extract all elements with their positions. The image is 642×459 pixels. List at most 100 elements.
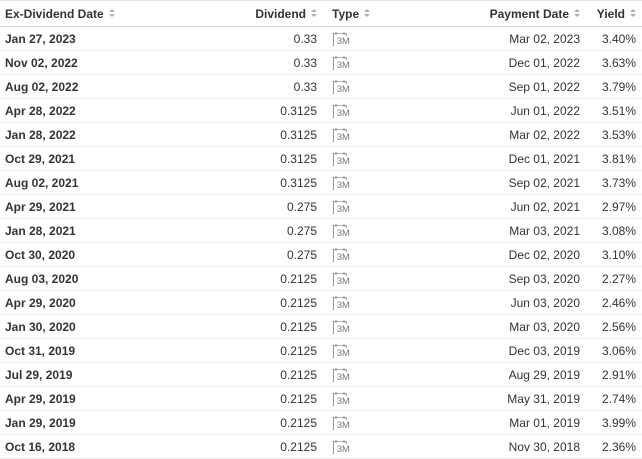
frequency-label: 3M: [337, 131, 350, 142]
dividend-cell: 0.3125: [211, 146, 328, 171]
sort-icon[interactable]: [630, 9, 636, 18]
table-row: Nov 02, 2022 0.33 3M Dec 01, 2022 3.63%: [0, 50, 642, 75]
frequency-label: 3M: [337, 371, 350, 382]
ex-dividend-date-cell: Apr 29, 2021: [0, 194, 211, 219]
type-cell: 3M: [328, 74, 408, 99]
ex-dividend-date-cell: Oct 16, 2018: [0, 434, 211, 459]
ex-dividend-date-cell: Apr 28, 2022: [0, 98, 211, 123]
type-cell: 3M: [328, 386, 408, 411]
table-row: Jul 29, 2019 0.2125 3M Aug 29, 2019 2.91%: [0, 362, 642, 387]
frequency-label: 3M: [337, 419, 350, 430]
calendar-icon: 3M: [332, 391, 354, 407]
type-cell: 3M: [328, 218, 408, 243]
payment-date-cell: Mar 02, 2023: [408, 26, 591, 51]
table-row: Oct 30, 2020 0.275 3M Dec 02, 2020 3.10%: [0, 242, 642, 267]
payment-date-cell: Dec 01, 2022: [408, 50, 591, 75]
yield-cell: 3.06%: [591, 338, 642, 363]
calendar-icon: 3M: [332, 295, 354, 311]
calendar-icon: 3M: [332, 127, 354, 143]
yield-cell: 2.56%: [591, 314, 642, 339]
yield-cell: 2.27%: [591, 266, 642, 291]
frequency-label: 3M: [337, 83, 350, 94]
column-header-label: Dividend: [255, 6, 306, 21]
dividend-cell: 0.275: [211, 194, 328, 219]
type-cell: 3M: [328, 122, 408, 147]
column-header-yield[interactable]: Yield: [591, 0, 642, 27]
ex-dividend-date-cell: Jul 29, 2019: [0, 362, 211, 387]
type-cell: 3M: [328, 410, 408, 435]
calendar-icon: 3M: [332, 247, 354, 263]
table-row: Apr 29, 2021 0.275 3M Jun 02, 2021 2.97%: [0, 194, 642, 219]
sort-icon[interactable]: [108, 9, 115, 18]
table-row: Apr 28, 2022 0.3125 3M Jun 01, 2022 3.51%: [0, 98, 642, 123]
table-row: Jan 29, 2019 0.2125 3M Mar 01, 2019 3.99%: [0, 410, 642, 435]
dividend-cell: 0.2125: [211, 290, 328, 315]
column-header-type[interactable]: Type: [328, 0, 408, 27]
ex-dividend-date-cell: Jan 28, 2021: [0, 218, 211, 243]
payment-date-cell: Nov 30, 2018: [408, 434, 591, 459]
frequency-label: 3M: [337, 347, 350, 358]
column-header-dividend[interactable]: Dividend: [211, 0, 328, 27]
ex-dividend-date-cell: Oct 30, 2020: [0, 242, 211, 267]
dividend-cell: 0.275: [211, 218, 328, 243]
table-header-row: Ex-Dividend Date Dividend Type Payment D…: [0, 0, 642, 27]
payment-date-cell: Mar 01, 2019: [408, 410, 591, 435]
dividend-cell: 0.2125: [211, 338, 328, 363]
dividend-cell: 0.3125: [211, 122, 328, 147]
yield-cell: 3.79%: [591, 74, 642, 99]
type-cell: 3M: [328, 434, 408, 459]
payment-date-cell: Mar 02, 2022: [408, 122, 591, 147]
yield-cell: 2.46%: [591, 290, 642, 315]
calendar-icon: 3M: [332, 55, 354, 71]
dividend-cell: 0.33: [211, 26, 328, 51]
frequency-label: 3M: [337, 107, 350, 118]
table-row: Oct 16, 2018 0.2125 3M Nov 30, 2018 2.36%: [0, 434, 642, 459]
sort-icon[interactable]: [574, 9, 580, 18]
calendar-icon: 3M: [332, 175, 354, 191]
payment-date-cell: Sep 01, 2022: [408, 74, 591, 99]
column-header-ex-dividend-date[interactable]: Ex-Dividend Date: [0, 0, 211, 27]
type-cell: 3M: [328, 170, 408, 195]
table-row: Apr 29, 2019 0.2125 3M May 31, 2019 2.74%: [0, 386, 642, 411]
calendar-icon: 3M: [332, 151, 354, 167]
payment-date-cell: May 31, 2019: [408, 386, 591, 411]
payment-date-cell: Dec 02, 2020: [408, 242, 591, 267]
ex-dividend-date-cell: Aug 03, 2020: [0, 266, 211, 291]
calendar-icon: 3M: [332, 439, 354, 455]
sort-icon[interactable]: [364, 9, 371, 18]
dividend-cell: 0.2125: [211, 434, 328, 459]
frequency-label: 3M: [337, 251, 350, 262]
yield-cell: 3.53%: [591, 122, 642, 147]
table-row: Oct 29, 2021 0.3125 3M Dec 01, 2021 3.81%: [0, 146, 642, 171]
calendar-icon: 3M: [332, 319, 354, 335]
table-row: Aug 02, 2021 0.3125 3M Sep 02, 2021 3.73%: [0, 170, 642, 195]
yield-cell: 2.74%: [591, 386, 642, 411]
dividend-cell: 0.3125: [211, 170, 328, 195]
yield-cell: 3.40%: [591, 26, 642, 51]
ex-dividend-date-cell: Jan 30, 2020: [0, 314, 211, 339]
yield-cell: 2.91%: [591, 362, 642, 387]
payment-date-cell: Mar 03, 2020: [408, 314, 591, 339]
table-row: Jan 27, 2023 0.33 3M Mar 02, 2023 3.40%: [0, 26, 642, 51]
frequency-label: 3M: [337, 275, 350, 286]
ex-dividend-date-cell: Jan 27, 2023: [0, 26, 211, 51]
payment-date-cell: Jun 01, 2022: [408, 98, 591, 123]
dividend-cell: 0.33: [211, 50, 328, 75]
frequency-label: 3M: [337, 179, 350, 190]
column-header-payment-date[interactable]: Payment Date: [408, 0, 591, 27]
frequency-label: 3M: [337, 227, 350, 238]
sort-icon[interactable]: [311, 9, 317, 18]
yield-cell: 3.08%: [591, 218, 642, 243]
type-cell: 3M: [328, 50, 408, 75]
calendar-icon: 3M: [332, 79, 354, 95]
payment-date-cell: Sep 02, 2021: [408, 170, 591, 195]
payment-date-cell: Jun 03, 2020: [408, 290, 591, 315]
column-header-label: Payment Date: [489, 6, 569, 21]
table-row: Apr 29, 2020 0.2125 3M Jun 03, 2020 2.46%: [0, 290, 642, 315]
yield-cell: 2.97%: [591, 194, 642, 219]
table-row: Jan 30, 2020 0.2125 3M Mar 03, 2020 2.56%: [0, 314, 642, 339]
dividend-cell: 0.2125: [211, 410, 328, 435]
yield-cell: 3.63%: [591, 50, 642, 75]
table-row: Oct 31, 2019 0.2125 3M Dec 03, 2019 3.06%: [0, 338, 642, 363]
column-header-label: Yield: [596, 6, 625, 21]
